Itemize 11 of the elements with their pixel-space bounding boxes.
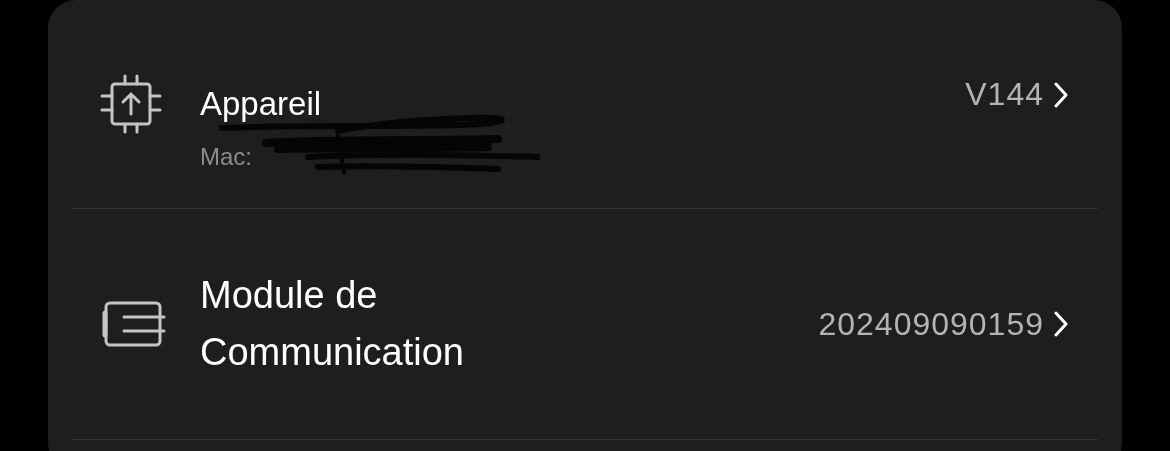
settings-row[interactable]: Module de Communication 202409090159 [72,209,1098,440]
row-title: Appareil [200,84,322,125]
value-link[interactable]: 202409090159 [818,305,1068,343]
module-icon [100,301,166,347]
mac-address: Mac: [200,142,252,171]
settings-row[interactable]: Appareil Mac: V144 [72,0,1098,209]
value-link[interactable]: V144 [965,76,1068,113]
chevron-right-icon [1054,311,1068,337]
chip-upload-icon [100,74,162,134]
row-title: Module de Communication [200,273,465,375]
chevron-right-icon [1054,81,1068,108]
